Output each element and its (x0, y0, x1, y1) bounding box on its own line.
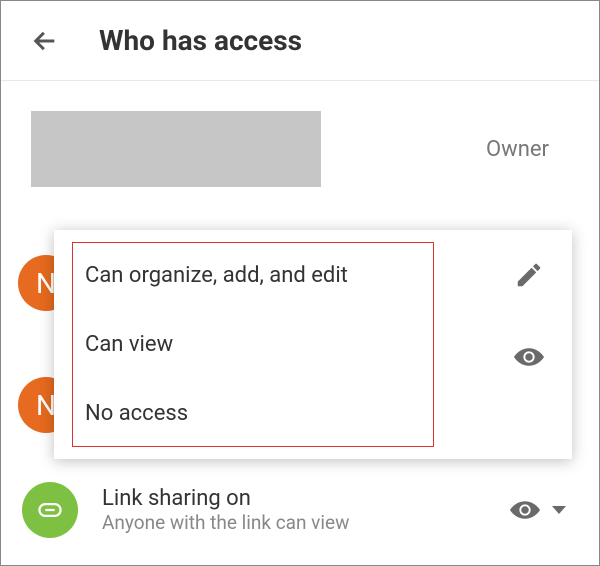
caret-down-icon (552, 506, 566, 514)
link-sharing-subtitle: Anyone with the link can view (102, 511, 486, 534)
avatar-letter: N (36, 267, 56, 300)
link-icon (22, 482, 78, 538)
eye-icon (510, 495, 540, 525)
link-sharing-text: Link sharing on Anyone with the link can… (102, 486, 486, 534)
header: Who has access (1, 1, 599, 81)
permission-icons (514, 260, 544, 372)
back-arrow-icon[interactable] (31, 27, 59, 55)
permission-popup: Can organize, add, and edit Can view No … (54, 230, 572, 459)
page-title: Who has access (99, 24, 302, 57)
permission-options: Can organize, add, and edit Can view No … (72, 242, 434, 447)
option-can-edit[interactable]: Can organize, add, and edit (73, 243, 433, 308)
owner-role-label: Owner (486, 137, 549, 162)
option-can-view[interactable]: Can view (73, 312, 433, 377)
pencil-icon (514, 260, 544, 290)
link-sharing-title: Link sharing on (102, 486, 486, 511)
avatar-letter: N (36, 389, 56, 422)
link-sharing-actions[interactable] (510, 495, 566, 525)
eye-icon (514, 342, 544, 372)
link-sharing-row[interactable]: Link sharing on Anyone with the link can… (22, 482, 574, 538)
owner-row: Owner (31, 111, 569, 217)
option-no-access[interactable]: No access (73, 381, 433, 446)
content: Owner (1, 81, 599, 217)
owner-name-placeholder (31, 111, 321, 187)
